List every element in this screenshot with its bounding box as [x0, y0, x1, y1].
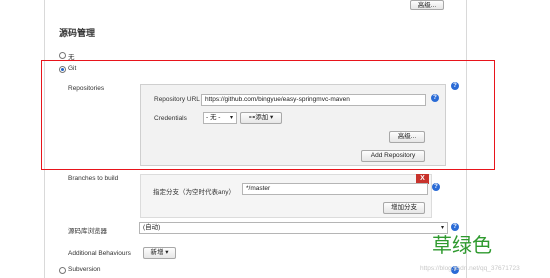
- watermark-url: https://blog.csdn.net/qq_37671723: [420, 265, 520, 272]
- highlight-box: [41, 60, 495, 170]
- watermark-text: 草绿色: [432, 233, 492, 257]
- branches-label: Branches to build: [68, 175, 119, 182]
- add-behaviour-label: 新增: [150, 249, 164, 256]
- radio-subversion-label: Subversion: [68, 266, 101, 273]
- top-advanced-button[interactable]: 高级...: [410, 0, 444, 10]
- add-behaviour-button[interactable]: 新增 ▾: [143, 247, 176, 259]
- branch-specifier-label: 指定分支（为空时代表any）: [153, 189, 235, 196]
- radio-none[interactable]: [59, 52, 66, 59]
- radio-subversion[interactable]: [59, 267, 66, 274]
- dropdown-arrow-icon: ▾: [163, 249, 169, 256]
- repository-browser-value: (自动): [143, 224, 161, 231]
- branch-help-icon[interactable]: ?: [432, 183, 440, 191]
- section-title: 源码管理: [59, 28, 96, 38]
- repository-browser-select[interactable]: (自动) ▾: [139, 222, 448, 234]
- add-branch-button[interactable]: 增加分支: [383, 202, 425, 214]
- branch-specifier-input[interactable]: */master: [242, 183, 428, 195]
- repository-browser-label: 源码库浏览器: [68, 228, 107, 235]
- additional-behaviours-label: Additional Behaviours: [68, 250, 131, 257]
